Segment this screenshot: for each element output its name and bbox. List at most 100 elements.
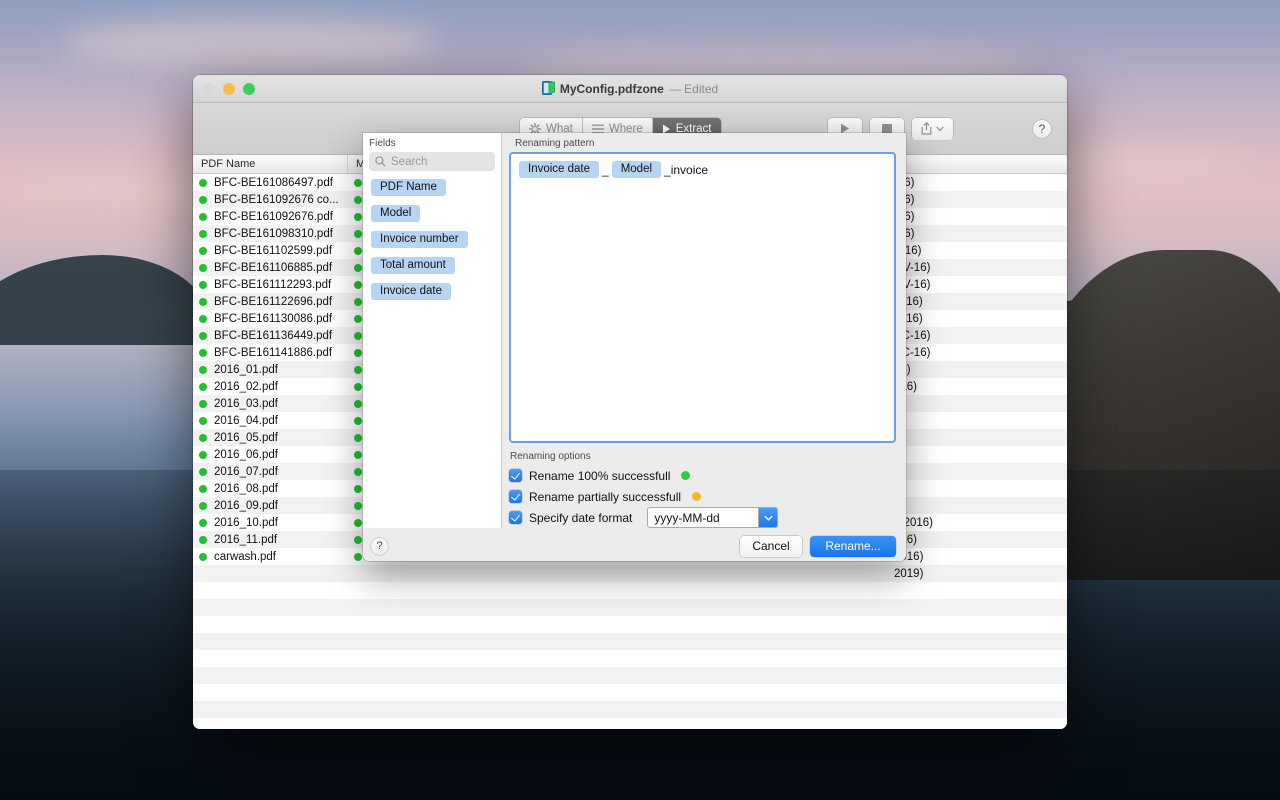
chevron-down-icon[interactable] <box>758 508 778 527</box>
status-dot <box>199 518 207 527</box>
cell-pdf-name-text: BFC-BE161092676 co... <box>214 193 339 206</box>
share-button[interactable] <box>912 117 953 140</box>
cell-pdf-name-text: BFC-BE161136449.pdf <box>214 329 333 342</box>
table-row[interactable]: 2019) <box>193 565 1067 582</box>
cell-pdf-name-text: 2016_02.pdf <box>214 380 278 393</box>
column-header-pdf-name[interactable]: PDF Name <box>193 155 348 173</box>
option-rename-full[interactable]: Rename 100% successfull <box>509 465 896 486</box>
help-button[interactable]: ? <box>1033 119 1051 138</box>
table-row-empty <box>193 650 1067 667</box>
pattern-token[interactable]: Invoice date <box>519 161 600 178</box>
cell-col4: EC-16) <box>894 346 931 359</box>
cell-pdf-name-text: 2016_06.pdf <box>214 448 278 461</box>
status-dot <box>354 535 362 544</box>
chevron-down-icon <box>936 126 944 132</box>
cell-col4: 16) <box>888 364 1067 376</box>
cell-pdf-name-text: 2016_05.pdf <box>214 431 278 444</box>
field-token[interactable]: Invoice date <box>371 283 452 300</box>
cell-col4: OV-16) <box>894 278 931 291</box>
field-token[interactable]: Model <box>371 205 421 222</box>
pattern-token[interactable]: Model <box>611 161 662 178</box>
status-dot <box>354 280 362 289</box>
cell-pdf-name-text: BFC-BE161098310.pdf <box>214 227 333 240</box>
cell-pdf-name: BFC-BE161092676.pdf <box>193 211 348 223</box>
option-rename-full-label: Rename 100% successfull <box>529 468 671 483</box>
status-dot <box>354 433 362 442</box>
cell-col4: 6) <box>888 500 1067 512</box>
status-dot <box>199 195 207 204</box>
cell-pdf-name: BFC-BE161102599.pdf <box>193 245 348 257</box>
window-titlebar[interactable]: MyConfig.pdfzone — Edited <box>193 75 1067 103</box>
checkbox-rename-full[interactable] <box>509 469 522 482</box>
status-dot <box>354 399 362 408</box>
search-input-placeholder: Search <box>391 155 428 168</box>
cell-col4: -16) <box>888 211 1067 223</box>
cell-col4: 2016) <box>894 550 924 563</box>
option-rename-partial[interactable]: Rename partially successfull <box>509 486 896 507</box>
status-dot <box>199 331 207 340</box>
field-token[interactable]: PDF Name <box>371 179 446 196</box>
cell-pdf-name: 2016_11.pdf <box>193 534 348 546</box>
search-field[interactable]: Search <box>369 152 495 171</box>
cell-pdf-name: BFC-BE161098310.pdf <box>193 228 348 240</box>
status-dot <box>199 450 207 459</box>
cell-pdf-name-text: BFC-BE161106885.pdf <box>214 261 333 274</box>
cell-col4: ) <box>888 466 1067 478</box>
options-label: Renaming options <box>510 451 591 462</box>
cell-pdf-name: BFC-BE161141886.pdf <box>193 347 348 359</box>
minimize-button[interactable] <box>223 82 235 95</box>
cell-pdf-name-text: 2016_04.pdf <box>214 414 278 427</box>
rename-dialog: Fields Search PDF Name Model Invoice numbe… <box>363 133 906 561</box>
pattern-literal[interactable]: _invoice <box>663 163 709 177</box>
dialog-help-button[interactable]: ? <box>371 537 388 555</box>
pattern-editor[interactable]: Invoice date _ Model _invoice <box>509 152 896 443</box>
table-row-empty <box>193 718 1067 729</box>
status-dot <box>199 348 207 357</box>
play-icon <box>662 124 671 134</box>
pattern-panel: Renaming pattern Invoice date _ Model _invo… <box>502 133 906 528</box>
pattern-literal[interactable]: _ <box>601 163 610 177</box>
headland-silhouette <box>0 255 210 345</box>
status-dot <box>199 501 207 510</box>
cell-pdf-name: 2016_03.pdf <box>193 398 348 410</box>
status-dot <box>354 212 362 221</box>
date-format-select[interactable]: yyyy-MM-dd <box>647 507 779 528</box>
cell-col4: -16) <box>888 194 1067 206</box>
status-dot <box>199 535 207 544</box>
status-dot <box>199 416 207 425</box>
status-dot <box>199 467 207 476</box>
close-button[interactable] <box>203 82 215 95</box>
status-dot <box>354 246 362 255</box>
zoom-button[interactable] <box>243 82 255 95</box>
status-dot <box>354 518 362 527</box>
cell-col4: EC-16) <box>894 329 931 342</box>
status-dot <box>199 229 207 238</box>
status-dot <box>199 552 207 561</box>
field-token[interactable]: Total amount <box>371 257 455 274</box>
field-token[interactable]: Invoice number <box>371 231 468 248</box>
cell-col4: 016) <box>888 534 1067 546</box>
rename-button[interactable]: Rename... <box>810 535 896 557</box>
cell-pdf-name: BFC-BE161092676 co... <box>193 194 348 206</box>
status-dot <box>199 314 207 323</box>
cell-pdf-name-text: BFC-BE161102599.pdf <box>214 244 333 257</box>
window-title-group: MyConfig.pdfzone — Edited <box>193 75 1067 102</box>
column-header-4[interactable] <box>888 155 1067 173</box>
status-dot <box>199 297 207 306</box>
checkbox-rename-partial[interactable] <box>509 490 522 503</box>
share-icon <box>921 122 932 135</box>
cancel-button[interactable]: Cancel <box>740 535 802 557</box>
cell-pdf-name: 2016_08.pdf <box>193 483 348 495</box>
page-title: MyConfig.pdfzone <box>559 81 664 96</box>
pattern-tokens: Invoice date _ Model _invoice <box>519 161 886 178</box>
status-dot <box>354 297 362 306</box>
cell-pdf-name: 2016_10.pdf <box>193 517 348 529</box>
status-dot <box>199 433 207 442</box>
pattern-label: Renaming pattern <box>515 138 595 149</box>
checkbox-date-format[interactable] <box>509 511 522 524</box>
status-dot <box>354 314 362 323</box>
option-date-format[interactable]: Specify date format yyyy-MM-dd <box>509 507 896 528</box>
cell-pdf-name: BFC-BE161130086.pdf <box>193 313 348 325</box>
cell-pdf-name-text: 2016_03.pdf <box>214 397 278 410</box>
status-dot <box>199 178 207 187</box>
